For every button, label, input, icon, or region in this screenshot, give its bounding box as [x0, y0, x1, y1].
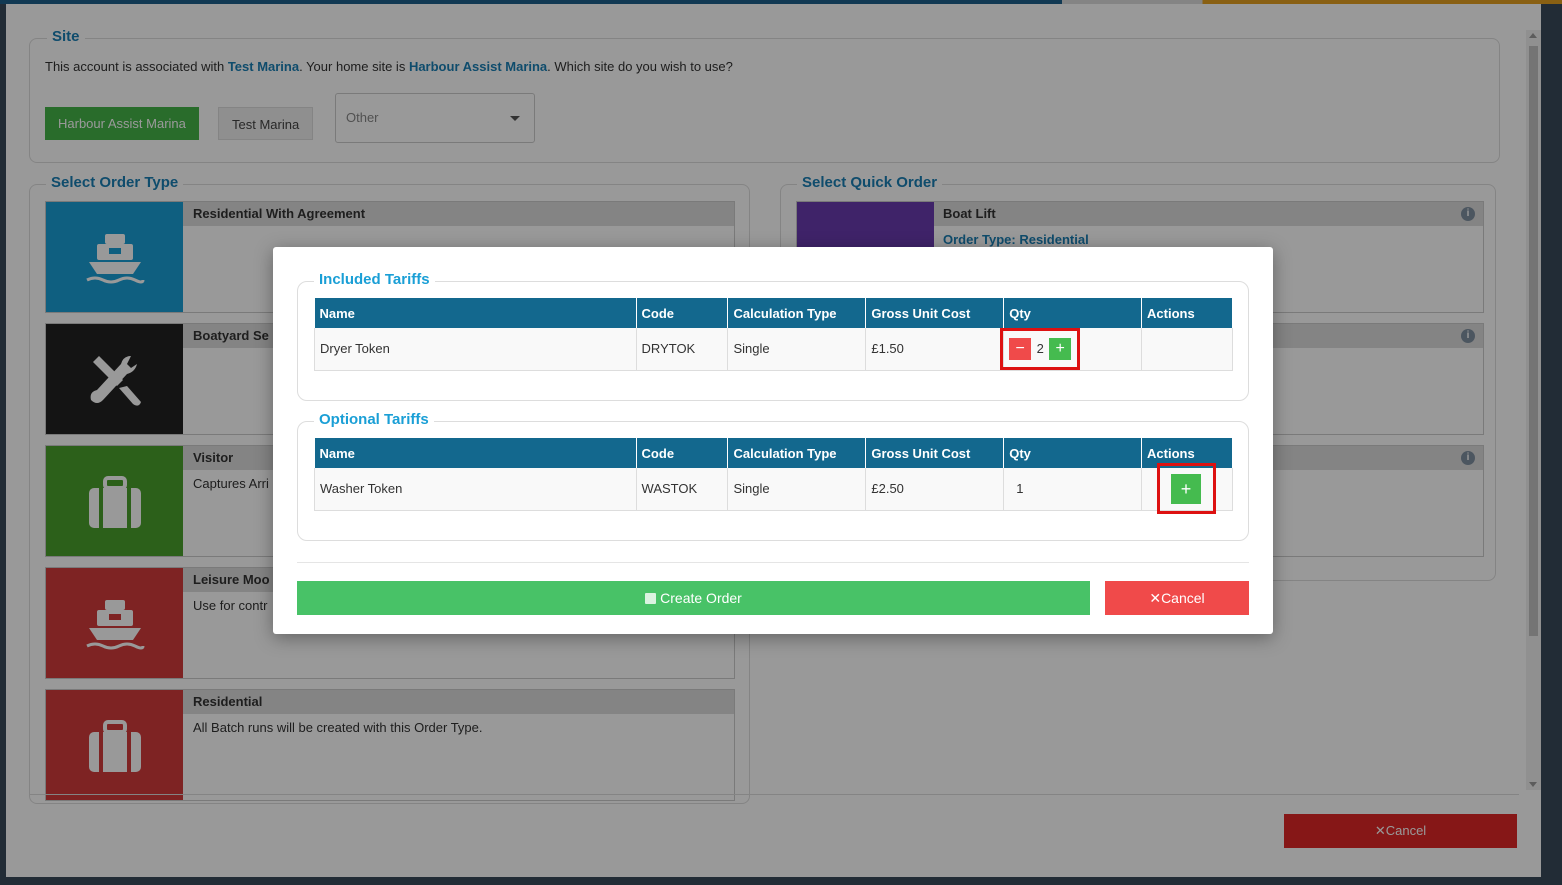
table-row: Washer Token WASTOK Single £2.50 1 +: [314, 468, 1233, 511]
col-qty: Qty: [1003, 298, 1143, 328]
create-order-button[interactable]: Create Order: [297, 581, 1090, 615]
table-row: Dryer Token DRYTOK Single £1.50 −2 +: [314, 328, 1233, 371]
highlight-box: [1000, 328, 1080, 370]
optional-tariffs-legend: Optional Tariffs: [314, 411, 434, 428]
modal-divider: [297, 562, 1249, 563]
col-qty: Qty: [1003, 438, 1143, 468]
col-name: Name: [314, 298, 637, 328]
col-calc-type: Calculation Type: [727, 298, 867, 328]
col-gross-cost: Gross Unit Cost: [865, 298, 1005, 328]
close-icon: ✕: [1149, 590, 1162, 606]
included-tariffs-section: Included Tariffs Name Code Calculation T…: [297, 271, 1249, 401]
col-code: Code: [636, 438, 729, 468]
included-tariffs-legend: Included Tariffs: [314, 271, 435, 288]
col-gross-cost: Gross Unit Cost: [865, 438, 1005, 468]
tariffs-modal: Included Tariffs Name Code Calculation T…: [273, 247, 1273, 634]
highlight-box: [1157, 463, 1216, 514]
optional-tariffs-section: Optional Tariffs Name Code Calculation T…: [297, 411, 1249, 541]
col-code: Code: [636, 298, 729, 328]
col-calc-type: Calculation Type: [727, 438, 867, 468]
col-name: Name: [314, 438, 637, 468]
save-icon: [645, 593, 657, 604]
col-actions: Actions: [1141, 298, 1233, 328]
optional-tariffs-table: Name Code Calculation Type Gross Unit Co…: [314, 438, 1233, 511]
modal-cancel-button[interactable]: ✕Cancel: [1105, 581, 1249, 615]
included-tariffs-table: Name Code Calculation Type Gross Unit Co…: [314, 298, 1233, 371]
